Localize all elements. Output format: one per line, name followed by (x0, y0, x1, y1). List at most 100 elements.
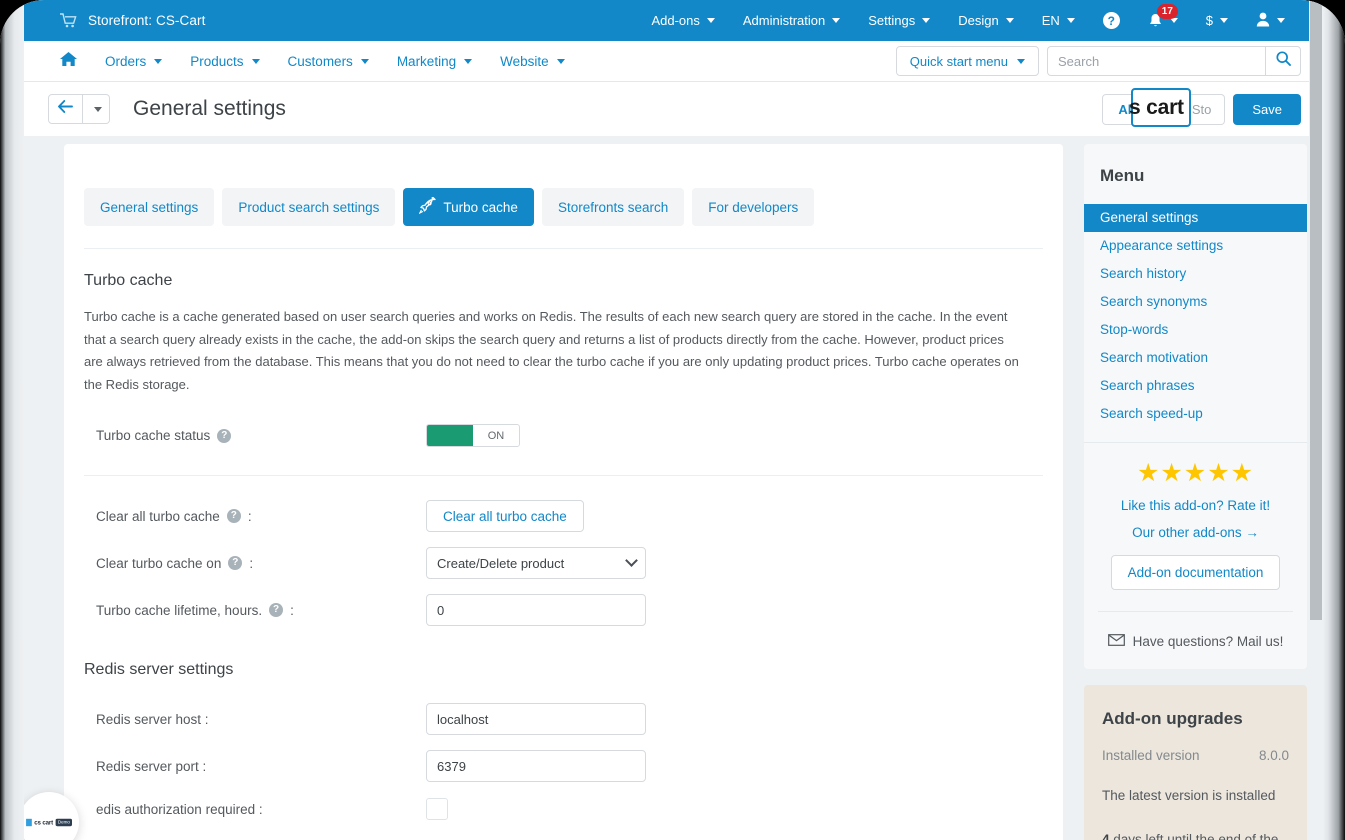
sidebar-item-appearance-settings[interactable]: Appearance settings (1084, 232, 1307, 260)
tab-label: Product search settings (238, 199, 380, 215)
main-content: General settings Product search settings… (22, 136, 1323, 840)
chevron-down-icon (1277, 18, 1285, 23)
quick-start-menu-button[interactable]: Quick start menu (895, 46, 1039, 76)
chevron-down-icon (251, 58, 260, 64)
page-scrollbar[interactable] (1309, 0, 1323, 840)
scrollbar-thumb[interactable] (1310, 0, 1322, 620)
redis-port-label: Redis server port : (96, 758, 207, 774)
mail-us-row[interactable]: Have questions? Mail us! (1098, 611, 1293, 649)
topbar-item-administration[interactable]: Administration (729, 0, 854, 41)
back-button[interactable] (48, 94, 83, 124)
sidebar-menu-title: Menu (1100, 166, 1145, 185)
sidebar-item-search-phrases[interactable]: Search phrases (1084, 372, 1307, 400)
topbar-brand[interactable]: Storefront: CS-Cart (22, 13, 205, 28)
turbo-cache-lifetime-input[interactable] (426, 594, 646, 626)
tab-label: Storefronts search (557, 199, 669, 215)
clear-on-label: Clear turbo cache on (96, 555, 222, 571)
subscription-days-text: 4 days left until the end of the subscri… (1102, 829, 1289, 840)
chevron-down-icon (706, 18, 715, 23)
addon-documentation-button[interactable]: Add-on documentation (1110, 555, 1281, 590)
nav-item-customers[interactable]: Customers (274, 41, 383, 82)
sidebar-item-search-synonyms[interactable]: Search synonyms (1084, 288, 1307, 316)
nav-label: Orders (105, 53, 147, 69)
chevron-down-icon (1169, 18, 1178, 23)
chevron-down-icon (556, 58, 565, 64)
tab-for-developers[interactable]: For developers (692, 188, 815, 226)
sidebar-item-search-history[interactable]: Search history (1084, 260, 1307, 288)
row-label: Clear turbo cache on ? : (96, 556, 426, 571)
addon-upgrades-card: Add-on upgrades Installed version 8.0.0 … (1084, 685, 1307, 840)
back-dropdown-button[interactable] (83, 94, 110, 124)
tab-turbo-cache[interactable]: Turbo cache (403, 188, 534, 226)
clear-all-turbo-cache-button[interactable]: Clear all turbo cache (426, 500, 584, 532)
nav-item-website[interactable]: Website (486, 41, 579, 82)
redis-auth-checkbox[interactable] (426, 798, 448, 820)
topbar-label: Administration (742, 13, 826, 28)
notifications-button[interactable]: 17 (1134, 0, 1192, 41)
save-button[interactable]: Save (1233, 93, 1301, 125)
topbar-label: Add-ons (651, 13, 700, 28)
rating-stars[interactable]: ★★★★★ (1098, 461, 1293, 486)
chevron-down-icon (1017, 58, 1025, 64)
redis-section-title: Redis server settings (84, 661, 234, 678)
help-icon[interactable]: ? (226, 509, 241, 523)
topbar-item-addons[interactable]: Add-ons (637, 0, 728, 41)
row-label: Turbo cache status ? (96, 428, 426, 443)
topbar-label: Settings (868, 13, 916, 28)
help-icon[interactable]: ? (269, 603, 284, 617)
envelope-icon (1107, 634, 1125, 649)
chevron-down-icon (922, 18, 931, 23)
nav-item-marketing[interactable]: Marketing (383, 41, 486, 82)
chevron-down-icon (1005, 18, 1014, 23)
sidebar-item-search-motivation[interactable]: Search motivation (1084, 344, 1307, 372)
account-menu[interactable] (1242, 0, 1299, 41)
currency-selector[interactable]: $ (1192, 0, 1242, 41)
search-button[interactable] (1265, 46, 1301, 76)
bell-icon: 17 (1148, 3, 1178, 29)
installed-version-value: 8.0.0 (1258, 748, 1289, 763)
nav-home-button[interactable] (22, 51, 91, 72)
admin-topbar: Storefront: CS-Cart Add-ons Administrati… (22, 0, 1323, 41)
settings-tabs: General settings Product search settings… (64, 144, 1063, 226)
cs-cart-logo-icon: cs cart Demo (25, 818, 73, 826)
redis-port-input[interactable] (426, 750, 646, 782)
help-icon[interactable]: ? (217, 428, 232, 443)
row-label: edis authorization required : (96, 802, 426, 817)
turbo-cache-status-toggle[interactable]: ON (426, 424, 520, 447)
topbar-item-settings[interactable]: Settings (854, 0, 944, 41)
chat-brand-label: cs cart (34, 818, 53, 826)
sidebar-menu-card: Menu General settings Appearance setting… (1084, 144, 1307, 669)
focused-input-overlay[interactable]: s cart (1129, 88, 1191, 127)
right-sidebar: Menu General settings Appearance setting… (1084, 144, 1307, 840)
rate-addon-link[interactable]: Like this add-on? Rate it! (1098, 498, 1293, 513)
clear-turbo-cache-on-select[interactable]: Create/Delete product (426, 547, 646, 579)
clear-all-label: Clear all turbo cache (96, 508, 220, 524)
sidebar-item-general-settings[interactable]: General settings (1084, 204, 1307, 232)
dollar-icon: $ (1205, 13, 1213, 28)
tab-product-search-settings[interactable]: Product search settings (222, 188, 396, 226)
topbar-item-language[interactable]: EN (1028, 0, 1089, 41)
label-suffix: : (290, 602, 294, 618)
search-input[interactable] (1047, 46, 1265, 76)
row-label: Clear all turbo cache ? : (96, 509, 426, 524)
tab-storefronts-search[interactable]: Storefronts search (541, 188, 685, 226)
label-suffix: : (247, 508, 252, 524)
nav-item-orders[interactable]: Orders (91, 41, 176, 82)
home-icon (60, 51, 77, 72)
sidebar-menu-spacer (1084, 428, 1307, 442)
arrow-left-icon (58, 100, 73, 118)
logo-square-icon (25, 818, 32, 826)
chevron-down-icon (832, 18, 841, 23)
row-label: Redis server port : (96, 759, 426, 774)
sidebar-item-stop-words[interactable]: Stop-words (1084, 316, 1307, 344)
tab-general-settings[interactable]: General settings (84, 188, 215, 226)
redis-host-input[interactable] (426, 703, 646, 735)
other-addons-link[interactable]: Our other add-ons → (1098, 525, 1293, 540)
topbar-item-design[interactable]: Design (944, 0, 1027, 41)
nav-item-products[interactable]: Products (176, 41, 273, 82)
help-icon[interactable]: ? (228, 556, 243, 570)
help-button[interactable]: ? (1089, 0, 1134, 41)
lifetime-label: Turbo cache lifetime, hours. (96, 602, 263, 618)
page-header: General settings All emo Sto Save (22, 82, 1323, 136)
sidebar-item-search-speed-up[interactable]: Search speed-up (1084, 400, 1307, 428)
